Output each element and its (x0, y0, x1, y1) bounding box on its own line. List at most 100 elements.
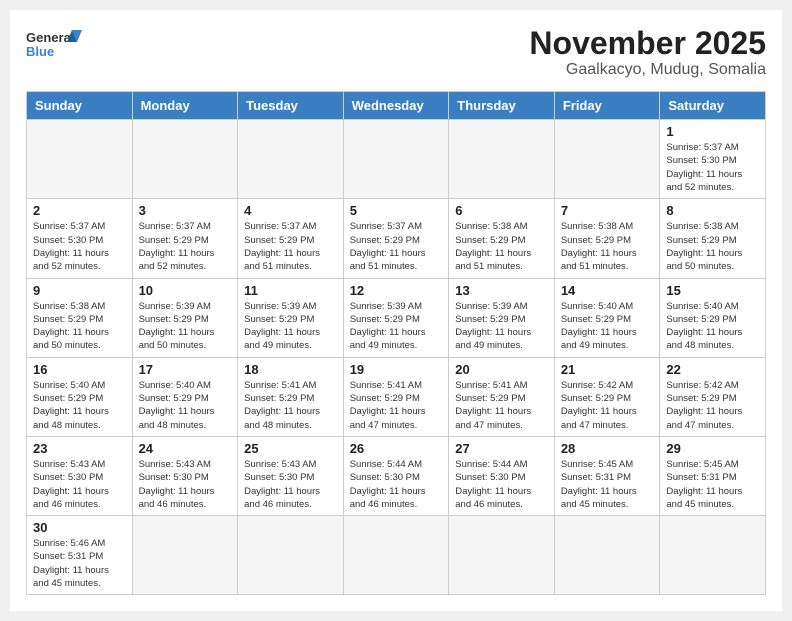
day-number: 25 (244, 441, 337, 456)
month-title: November 2025 (529, 26, 766, 61)
logo-svg: General Blue (26, 26, 86, 70)
day-info: Sunrise: 5:40 AM Sunset: 5:29 PM Dayligh… (139, 379, 232, 432)
day-info: Sunrise: 5:42 AM Sunset: 5:29 PM Dayligh… (561, 379, 654, 432)
svg-text:Blue: Blue (26, 44, 54, 59)
calendar-cell: 8Sunrise: 5:38 AM Sunset: 5:29 PM Daylig… (660, 199, 766, 278)
day-info: Sunrise: 5:38 AM Sunset: 5:29 PM Dayligh… (666, 220, 759, 273)
calendar-cell: 3Sunrise: 5:37 AM Sunset: 5:29 PM Daylig… (132, 199, 238, 278)
day-number: 28 (561, 441, 654, 456)
calendar-cell: 10Sunrise: 5:39 AM Sunset: 5:29 PM Dayli… (132, 278, 238, 357)
day-number: 6 (455, 203, 548, 218)
calendar-cell: 26Sunrise: 5:44 AM Sunset: 5:30 PM Dayli… (343, 436, 449, 515)
calendar-week-1: 2Sunrise: 5:37 AM Sunset: 5:30 PM Daylig… (27, 199, 766, 278)
day-info: Sunrise: 5:41 AM Sunset: 5:29 PM Dayligh… (350, 379, 443, 432)
calendar-cell (27, 120, 133, 199)
day-number: 29 (666, 441, 759, 456)
day-number: 23 (33, 441, 126, 456)
calendar-cell: 14 Sunrise: 5:40 AM Sunset: 5:29 PM Dayli… (554, 278, 660, 357)
day-info: Sunrise: 5:43 AM Sunset: 5:30 PM Dayligh… (244, 458, 337, 511)
day-number: 9 (33, 283, 126, 298)
calendar-cell (343, 516, 449, 595)
day-info: Sunrise: 5:39 AM Sunset: 5:29 PM Dayligh… (455, 300, 548, 353)
day-number: 19 (350, 362, 443, 377)
calendar: SundayMondayTuesdayWednesdayThursdayFrid… (26, 91, 766, 595)
weekday-thursday: Thursday (449, 92, 555, 120)
day-number: 10 (139, 283, 232, 298)
weekday-monday: Monday (132, 92, 238, 120)
day-info: Sunrise: 5:37 AM Sunset: 5:29 PM Dayligh… (350, 220, 443, 273)
calendar-cell: 11 Sunrise: 5:39 AM Sunset: 5:29 PM Dayli… (238, 278, 344, 357)
calendar-cell: 7 Sunrise: 5:38 AM Sunset: 5:29 PM Daylig… (554, 199, 660, 278)
page: General Blue November 2025 Gaalkacyo, Mu… (10, 10, 782, 611)
calendar-cell: 15 Sunrise: 5:40 AM Sunset: 5:29 PM Dayli… (660, 278, 766, 357)
day-info: Sunrise: 5:41 AM Sunset: 5:29 PM Dayligh… (244, 379, 337, 432)
day-number: 17 (139, 362, 232, 377)
calendar-cell: 28 Sunrise: 5:45 AM Sunset: 5:31 PM Dayli… (554, 436, 660, 515)
calendar-cell: 12Sunrise: 5:39 AM Sunset: 5:29 PM Dayli… (343, 278, 449, 357)
day-info: Sunrise: 5:38 AM Sunset: 5:29 PM Dayligh… (561, 220, 654, 273)
weekday-header-row: SundayMondayTuesdayWednesdayThursdayFrid… (27, 92, 766, 120)
day-number: 24 (139, 441, 232, 456)
day-info: Sunrise: 5:45 AM Sunset: 5:31 PM Dayligh… (561, 458, 654, 511)
weekday-friday: Friday (554, 92, 660, 120)
calendar-cell (554, 516, 660, 595)
calendar-cell: 30Sunrise: 5:46 AM Sunset: 5:31 PM Dayli… (27, 516, 133, 595)
calendar-week-0: 1Sunrise: 5:37 AM Sunset: 5:30 PM Daylig… (27, 120, 766, 199)
calendar-week-3: 16 Sunrise: 5:40 AM Sunset: 5:29 PM Dayli… (27, 357, 766, 436)
title-block: November 2025 Gaalkacyo, Mudug, Somalia (529, 26, 766, 79)
calendar-cell: 23 Sunrise: 5:43 AM Sunset: 5:30 PM Dayli… (27, 436, 133, 515)
day-number: 11 (244, 283, 337, 298)
weekday-saturday: Saturday (660, 92, 766, 120)
day-number: 15 (666, 283, 759, 298)
calendar-cell (132, 516, 238, 595)
header: General Blue November 2025 Gaalkacyo, Mu… (26, 26, 766, 79)
calendar-cell (238, 516, 344, 595)
day-info: Sunrise: 5:44 AM Sunset: 5:30 PM Dayligh… (455, 458, 548, 511)
weekday-wednesday: Wednesday (343, 92, 449, 120)
weekday-sunday: Sunday (27, 92, 133, 120)
calendar-cell: 6 Sunrise: 5:38 AM Sunset: 5:29 PM Daylig… (449, 199, 555, 278)
calendar-cell: 16 Sunrise: 5:40 AM Sunset: 5:29 PM Dayli… (27, 357, 133, 436)
day-number: 5 (350, 203, 443, 218)
calendar-cell: 5 Sunrise: 5:37 AM Sunset: 5:29 PM Daylig… (343, 199, 449, 278)
calendar-cell: 22Sunrise: 5:42 AM Sunset: 5:29 PM Dayli… (660, 357, 766, 436)
svg-text:General: General (26, 30, 74, 45)
calendar-cell (343, 120, 449, 199)
day-number: 18 (244, 362, 337, 377)
day-number: 3 (139, 203, 232, 218)
day-info: Sunrise: 5:38 AM Sunset: 5:29 PM Dayligh… (455, 220, 548, 273)
day-info: Sunrise: 5:40 AM Sunset: 5:29 PM Dayligh… (561, 300, 654, 353)
calendar-cell (132, 120, 238, 199)
day-number: 16 (33, 362, 126, 377)
calendar-cell (238, 120, 344, 199)
day-info: Sunrise: 5:39 AM Sunset: 5:29 PM Dayligh… (244, 300, 337, 353)
day-number: 14 (561, 283, 654, 298)
day-info: Sunrise: 5:43 AM Sunset: 5:30 PM Dayligh… (33, 458, 126, 511)
calendar-cell (449, 516, 555, 595)
day-number: 22 (666, 362, 759, 377)
calendar-cell (554, 120, 660, 199)
day-number: 21 (561, 362, 654, 377)
calendar-cell: 25 Sunrise: 5:43 AM Sunset: 5:30 PM Dayli… (238, 436, 344, 515)
calendar-cell: 24Sunrise: 5:43 AM Sunset: 5:30 PM Dayli… (132, 436, 238, 515)
day-info: Sunrise: 5:37 AM Sunset: 5:30 PM Dayligh… (33, 220, 126, 273)
calendar-cell (660, 516, 766, 595)
day-number: 30 (33, 520, 126, 535)
calendar-week-5: 30Sunrise: 5:46 AM Sunset: 5:31 PM Dayli… (27, 516, 766, 595)
calendar-week-4: 23 Sunrise: 5:43 AM Sunset: 5:30 PM Dayli… (27, 436, 766, 515)
day-info: Sunrise: 5:37 AM Sunset: 5:30 PM Dayligh… (666, 141, 759, 194)
day-info: Sunrise: 5:40 AM Sunset: 5:29 PM Dayligh… (666, 300, 759, 353)
day-info: Sunrise: 5:40 AM Sunset: 5:29 PM Dayligh… (33, 379, 126, 432)
day-number: 4 (244, 203, 337, 218)
day-info: Sunrise: 5:44 AM Sunset: 5:30 PM Dayligh… (350, 458, 443, 511)
calendar-cell: 20Sunrise: 5:41 AM Sunset: 5:29 PM Dayli… (449, 357, 555, 436)
location: Gaalkacyo, Mudug, Somalia (529, 61, 766, 79)
calendar-cell: 19 Sunrise: 5:41 AM Sunset: 5:29 PM Dayli… (343, 357, 449, 436)
day-info: Sunrise: 5:37 AM Sunset: 5:29 PM Dayligh… (244, 220, 337, 273)
day-number: 13 (455, 283, 548, 298)
day-number: 7 (561, 203, 654, 218)
day-info: Sunrise: 5:38 AM Sunset: 5:29 PM Dayligh… (33, 300, 126, 353)
day-info: Sunrise: 5:41 AM Sunset: 5:29 PM Dayligh… (455, 379, 548, 432)
calendar-cell: 18 Sunrise: 5:41 AM Sunset: 5:29 PM Dayli… (238, 357, 344, 436)
calendar-cell (449, 120, 555, 199)
